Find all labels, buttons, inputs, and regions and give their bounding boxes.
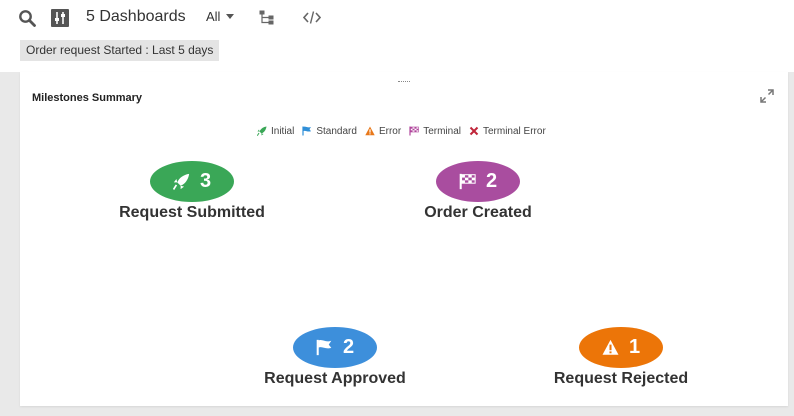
legend-item-terminal: Terminal [409, 126, 461, 137]
warning-icon [365, 126, 375, 136]
milestone-count: 1 [628, 336, 641, 358]
expand-icon[interactable] [760, 89, 774, 103]
legend: Initial Standard Error Terminal Terminal… [257, 124, 554, 138]
milestone-count-badge[interactable]: 1 [579, 327, 663, 368]
scope-select-value: All [206, 9, 221, 24]
legend-item-error: Error [365, 126, 401, 137]
milestone-request-approved: 2 Request Approved [225, 327, 445, 393]
chevron-down-icon [226, 14, 235, 20]
top-toolbar: 5 Dashboards All Order request Started :… [0, 0, 794, 72]
milestone-count: 2 [342, 336, 355, 358]
legend-item-standard: Standard [302, 126, 357, 137]
hierarchy-icon[interactable] [259, 10, 274, 25]
filter-chip[interactable]: Order request Started : Last 5 days [20, 40, 220, 61]
legend-label: Error [378, 125, 402, 137]
x-icon [469, 126, 479, 136]
drag-handle[interactable] [398, 81, 410, 83]
milestones-summary-panel: Milestones Summary Initial Standard Erro… [20, 72, 788, 406]
milestone-count: 2 [485, 170, 498, 192]
checkered-flag-icon [409, 126, 419, 136]
scope-select[interactable]: All [206, 9, 235, 27]
milestone-label: Order Created [424, 204, 532, 221]
milestone-label: Request Approved [264, 370, 406, 387]
legend-label: Terminal Error [482, 125, 546, 137]
legend-label: Standard [316, 125, 357, 137]
search-icon[interactable] [18, 9, 36, 27]
legend-item-terminal-error: Terminal Error [469, 126, 546, 137]
checkered-flag-icon [459, 173, 476, 190]
rocket-icon [257, 126, 267, 136]
flag-icon [302, 126, 312, 136]
milestone-count-badge[interactable]: 2 [436, 161, 520, 202]
milestone-order-created: 2 Order Created [368, 161, 588, 227]
legend-item-initial: Initial [257, 126, 294, 137]
milestone-request-rejected: 1 Request Rejected [511, 327, 731, 393]
milestone-count: 3 [199, 170, 212, 192]
milestone-count-badge[interactable]: 3 [150, 161, 234, 202]
panel-title: Milestones Summary [32, 92, 143, 104]
flag-icon [316, 339, 332, 356]
milestone-count-badge[interactable]: 2 [293, 327, 377, 368]
milestone-label: Request Submitted [119, 204, 265, 221]
filter-sliders-icon[interactable] [51, 9, 69, 27]
legend-label: Initial [271, 125, 295, 137]
milestone-label: Request Rejected [553, 370, 689, 387]
legend-label: Terminal [423, 125, 461, 137]
page: 5 Dashboards All Order request Started :… [0, 0, 794, 416]
warning-icon [602, 339, 619, 355]
rocket-icon [172, 173, 190, 190]
milestone-request-submitted: 3 Request Submitted [82, 161, 302, 227]
code-icon[interactable] [303, 10, 321, 25]
dashboards-count-label[interactable]: 5 Dashboards [86, 8, 186, 26]
